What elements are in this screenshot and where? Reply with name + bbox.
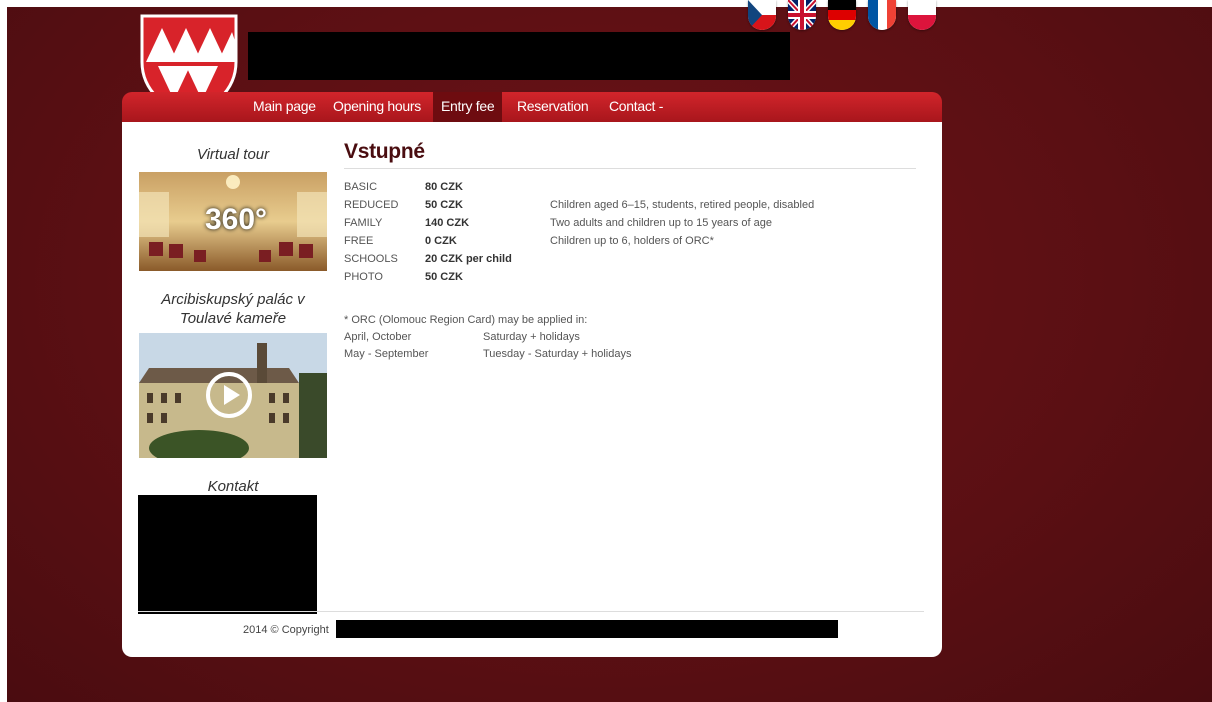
language-switcher [748, 0, 936, 32]
fee-note: Two adults and children up to 15 years o… [550, 217, 772, 229]
orc-period: May - September [344, 348, 429, 360]
fee-label: BASIC [344, 181, 378, 193]
fee-label: FAMILY [344, 217, 383, 229]
top-border [0, 0, 1212, 7]
fee-price: 140 CZK [425, 217, 470, 229]
play-icon[interactable] [206, 372, 252, 418]
fee-price: 20 CZK per child [425, 253, 512, 265]
contact-title: Kontakt [207, 478, 259, 495]
panorama-360-badge: 360° [205, 203, 268, 236]
orc-info: * ORC (Olomouc Region Card) may be appli… [344, 312, 631, 363]
fee-price: 50 CZK [425, 199, 463, 211]
orc-period-row: May - September Tuesday - Saturday + hol… [344, 346, 631, 363]
fee-label: SCHOOLS [344, 253, 398, 265]
nav-entry-fee[interactable]: Entry fee [433, 92, 503, 122]
french-flag-icon[interactable] [868, 0, 896, 30]
fee-label: REDUCED [344, 199, 399, 211]
camera-title: Arcibiskupský palác v Toulavé kameře [161, 291, 305, 327]
title-divider [344, 168, 916, 169]
orc-days: Tuesday - Saturday + holidays [483, 348, 632, 360]
fee-note: Children up to 6, holders of ORC* [550, 235, 714, 247]
polish-flag-icon[interactable] [908, 0, 936, 30]
orc-days: Saturday + holidays [483, 331, 580, 343]
orc-period: April, October [344, 331, 412, 343]
main-navigation: Main page Opening hours Entry fee Reserv… [122, 92, 942, 122]
site-title-redacted [248, 32, 790, 80]
virtual-tour-title: Virtual tour [196, 146, 270, 163]
footer-divider [138, 611, 924, 612]
orc-period-row: April, October Saturday + holidays [344, 329, 587, 346]
german-flag-icon[interactable] [828, 0, 856, 30]
nav-reservation[interactable]: Reservation [509, 92, 596, 122]
fee-label: PHOTO [344, 271, 383, 283]
uk-flag-icon[interactable] [788, 0, 816, 30]
czech-flag-icon[interactable] [748, 0, 776, 30]
nav-contact[interactable]: Contact - [601, 92, 671, 122]
page-title: Vstupné [344, 140, 425, 163]
contact-redacted [138, 495, 317, 614]
orc-note: * ORC (Olomouc Region Card) may be appli… [344, 314, 588, 326]
fee-price: 80 CZK [425, 181, 463, 193]
nav-opening-hours[interactable]: Opening hours [325, 92, 429, 122]
fee-price: 0 CZK [425, 235, 457, 247]
fee-price: 50 CZK [425, 271, 463, 283]
footer-redacted [336, 620, 838, 638]
nav-main-page[interactable]: Main page [245, 92, 324, 122]
fee-label: FREE [344, 235, 374, 247]
fee-note: Children aged 6–15, students, retired pe… [550, 199, 815, 211]
footer-copyright: 2014 © Copyright [243, 624, 329, 636]
left-border [0, 0, 7, 702]
